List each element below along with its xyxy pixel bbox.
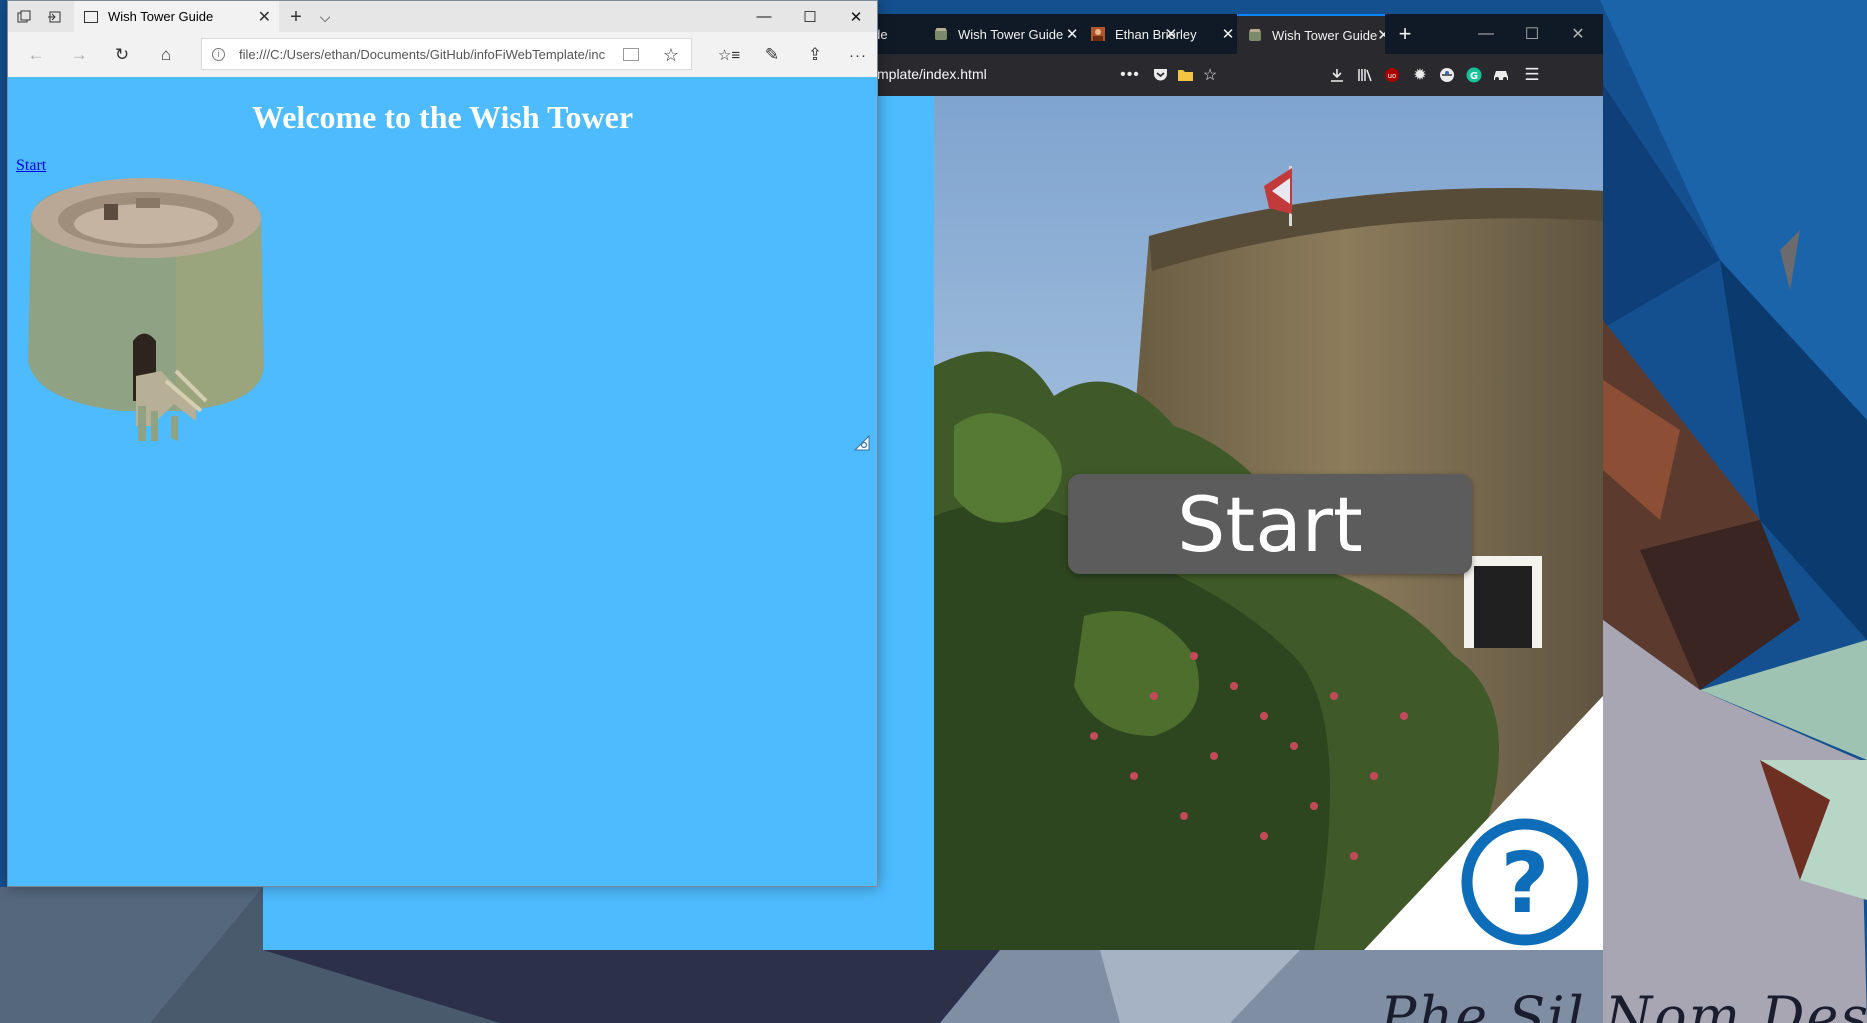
- tab-label: Wish Tower Guide: [1272, 27, 1378, 43]
- hamburger-menu-icon[interactable]: ☰: [1520, 63, 1544, 87]
- url-text: mplate/index.html: [877, 66, 987, 82]
- bookmark-star-icon[interactable]: ☆: [1198, 63, 1222, 87]
- minimize-button[interactable]: —: [741, 1, 787, 32]
- set-aside-tabs-icon[interactable]: [44, 7, 64, 27]
- svg-text:uo: uo: [1388, 72, 1397, 80]
- tower-favicon-icon: [935, 28, 947, 40]
- home-icon[interactable]: ⌂: [153, 43, 179, 67]
- edge-tab-active[interactable]: Wish Tower Guide ✕: [74, 1, 279, 32]
- pocket-icon[interactable]: [1148, 63, 1172, 87]
- library-icon[interactable]: [1353, 63, 1377, 87]
- tab-label: Wish Tower Guide: [108, 9, 214, 24]
- url-text: file:///C:/Users/ethan/Documents/GitHub/…: [239, 46, 606, 62]
- svg-text:G: G: [1470, 71, 1478, 82]
- extension-gear-icon[interactable]: ✹: [1408, 63, 1432, 87]
- close-icon[interactable]: ✕: [1377, 26, 1385, 44]
- firefox-tab-3[interactable]: Ethan Brierley ✕: [1090, 14, 1238, 54]
- refresh-icon[interactable]: ↻: [109, 43, 135, 67]
- page-title: Welcome to the Wish Tower: [251, 99, 634, 135]
- tab-preview-icon[interactable]: [14, 7, 34, 27]
- help-question-mark-icon: ?: [1501, 834, 1550, 932]
- forward-arrow-icon[interactable]: →: [66, 43, 92, 67]
- new-tab-button[interactable]: +: [283, 6, 309, 28]
- web-note-pen-icon[interactable]: ✎: [759, 43, 785, 67]
- grammarly-icon[interactable]: G: [1462, 63, 1486, 87]
- firefox-tab-2[interactable]: Wish Tower Guide ✕: [933, 14, 1081, 54]
- edge-page-content: Welcome to the Wish Tower Start: [8, 77, 877, 886]
- favorites-hub-icon[interactable]: ☆≡: [716, 43, 742, 67]
- tower-3d-model: [28, 178, 264, 441]
- help-button[interactable]: ?: [1461, 818, 1589, 946]
- close-icon[interactable]: ✕: [1063, 25, 1081, 43]
- maximize-button[interactable]: ☐: [1509, 14, 1555, 54]
- edge-title-bar: Wish Tower Guide ✕ + ⌵ — ☐ ✕: [8, 1, 877, 32]
- edge-address-bar: ← → ↻ ⌂ i file:///C:/Users/ethan/Documen…: [8, 32, 877, 77]
- wallpaper-signature: Phe Sil Nom Desig: [1380, 985, 1867, 1023]
- close-icon[interactable]: ✕: [258, 7, 271, 27]
- close-window-button[interactable]: ✕: [1555, 14, 1601, 54]
- new-tab-button[interactable]: +: [1387, 14, 1423, 54]
- maximize-button[interactable]: ☐: [787, 1, 833, 32]
- tab-list-chevron-icon[interactable]: ⌵: [312, 6, 338, 28]
- close-window-button[interactable]: ✕: [833, 1, 879, 32]
- minimize-button[interactable]: —: [1463, 14, 1509, 54]
- start-link[interactable]: Start: [16, 157, 46, 175]
- page-actions-icon[interactable]: •••: [1118, 63, 1142, 87]
- avatar-favicon-icon: [1091, 27, 1105, 41]
- ublock-icon[interactable]: uo: [1380, 63, 1404, 87]
- back-arrow-icon[interactable]: ←: [23, 43, 49, 67]
- tower-favicon-icon: [1249, 29, 1261, 41]
- favorite-star-icon[interactable]: ☆: [658, 43, 684, 67]
- edge-window: Wish Tower Guide ✕ + ⌵ — ☐ ✕ ← → ↻ ⌂ i f…: [7, 0, 878, 887]
- tab-label: Ethan Brierley: [1115, 26, 1197, 42]
- share-icon[interactable]: ⇪: [802, 43, 828, 67]
- downloads-icon[interactable]: [1325, 63, 1349, 87]
- extension-car-icon[interactable]: [1489, 63, 1513, 87]
- extension-globe-icon[interactable]: [1435, 63, 1459, 87]
- firefox-tab-active[interactable]: Wish Tower Guide ✕: [1237, 14, 1385, 54]
- resize-handle-icon[interactable]: [853, 434, 871, 452]
- close-icon[interactable]: ✕: [1218, 25, 1238, 43]
- tab-label: Wish Tower Guide: [958, 26, 1064, 42]
- folder-icon[interactable]: [1173, 63, 1197, 87]
- more-menu-icon[interactable]: ···: [845, 43, 871, 67]
- site-info-icon[interactable]: i: [212, 47, 225, 61]
- reading-view-icon[interactable]: [623, 47, 639, 61]
- start-button[interactable]: Start: [1068, 474, 1472, 574]
- page-icon: [84, 10, 98, 23]
- url-input[interactable]: i file:///C:/Users/ethan/Documents/GitHu…: [201, 38, 692, 70]
